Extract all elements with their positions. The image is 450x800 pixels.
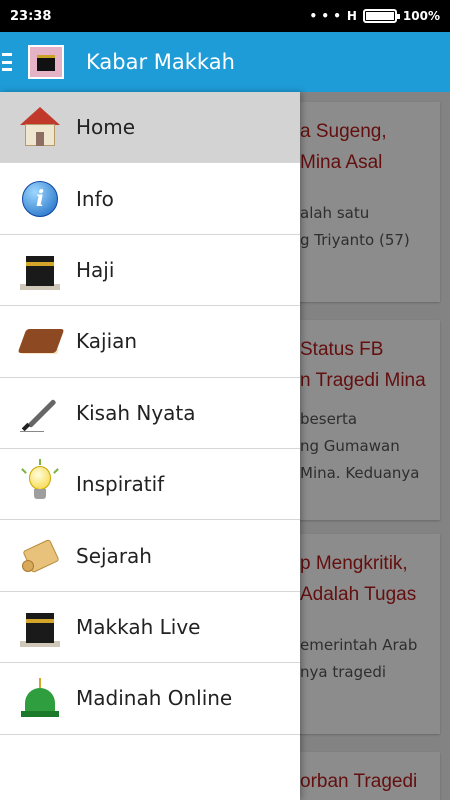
drawer-item-sejarah[interactable]: Sejarah: [0, 520, 300, 592]
house-icon: [18, 105, 62, 149]
app-title: Kabar Makkah: [86, 50, 235, 74]
drawer-item-madinah-online[interactable]: Madinah Online: [0, 663, 300, 735]
pen-icon: [18, 391, 62, 435]
drawer-item-kisah-nyata[interactable]: Kisah Nyata: [0, 378, 300, 449]
drawer-item-label: Madinah Online: [76, 686, 233, 711]
book-icon: [17, 319, 65, 363]
drawer-item-label: Info: [76, 186, 114, 211]
mosque-dome-icon: [18, 676, 62, 720]
drawer-item-home[interactable]: Home: [0, 92, 300, 164]
kaaba-logo-icon: [28, 45, 64, 79]
status-icons: • • • H 100%: [309, 9, 440, 23]
drawer-item-label: Kisah Nyata: [76, 400, 196, 425]
drawer-item-makkah-live[interactable]: Makkah Live: [0, 592, 300, 664]
app-bar: Kabar Makkah: [0, 32, 450, 92]
kaaba-icon: [18, 605, 62, 649]
drawer-item-label: Sejarah: [76, 543, 152, 568]
info-icon: i: [18, 177, 62, 221]
lightbulb-icon: [18, 459, 62, 506]
notification-dots-icon: • • •: [309, 9, 341, 23]
status-bar: 23:38 • • • H 100%: [0, 0, 450, 32]
status-time: 23:38: [10, 8, 52, 24]
navigation-drawer: Home i Info Haji Kajian Kisah Nyata Insp…: [0, 92, 300, 800]
drawer-item-label: Home: [76, 115, 136, 140]
scroll-icon: [18, 534, 62, 578]
kaaba-icon: [18, 248, 62, 292]
battery-icon: [362, 9, 400, 23]
drawer-item-inspiratif[interactable]: Inspiratif: [0, 449, 300, 521]
drawer-item-label: Makkah Live: [76, 614, 201, 639]
drawer-item-kajian[interactable]: Kajian: [0, 306, 300, 378]
drawer-item-haji[interactable]: Haji: [0, 235, 300, 307]
network-type-label: H: [346, 9, 357, 23]
hamburger-menu-icon[interactable]: [2, 53, 12, 71]
drawer-item-info[interactable]: i Info: [0, 163, 300, 235]
drawer-item-label: Inspiratif: [76, 472, 165, 497]
drawer-item-label: Kajian: [76, 329, 138, 354]
drawer-item-label: Haji: [76, 257, 115, 282]
battery-percent: 100%: [402, 9, 440, 23]
